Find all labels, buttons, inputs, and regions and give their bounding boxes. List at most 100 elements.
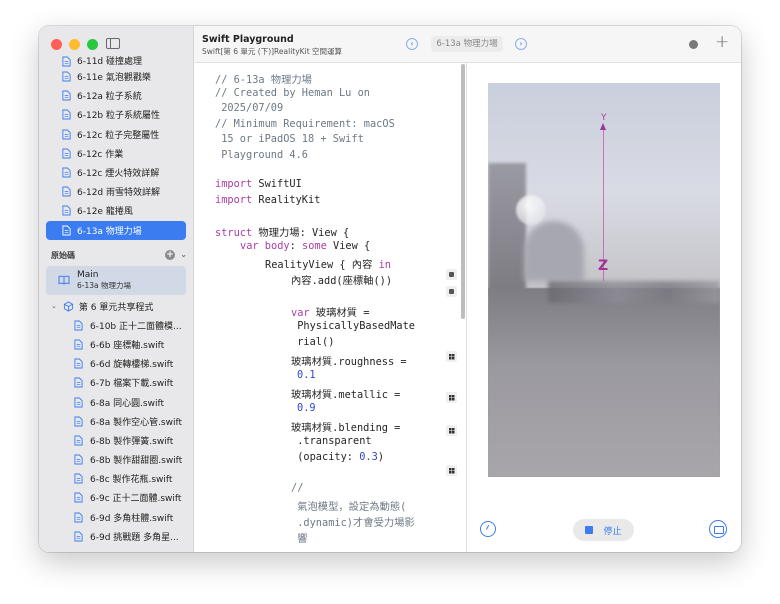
result-grid-icon[interactable] xyxy=(446,351,457,362)
code-line: Playground 4.6 xyxy=(215,149,308,161)
code-line: // Created by Heman Lu on xyxy=(215,87,370,99)
shared-file-item[interactable]: 6-8b 製作甜甜圈.swift xyxy=(39,450,193,469)
scene-buildings xyxy=(488,163,526,293)
minimize-window-button[interactable] xyxy=(69,39,80,50)
close-window-button[interactable] xyxy=(51,39,62,50)
add-file-icon[interactable]: + xyxy=(165,249,175,260)
code-line-realityview: RealityView { 內容 in xyxy=(265,256,391,271)
stop-button[interactable]: 停止 xyxy=(573,519,634,541)
code-token: 玻璃材質 = xyxy=(309,307,370,319)
shared-file-label: 6-8a 同心圓.swift xyxy=(90,398,165,409)
z-axis-label: Z xyxy=(598,258,609,274)
sidebar-item-active[interactable]: 6-13a 物理力場 xyxy=(46,220,186,240)
record-icon[interactable] xyxy=(689,40,698,49)
result-grid-icon[interactable] xyxy=(446,392,457,403)
shared-group-header[interactable]: ⌄ 第 6 單元共享程式 xyxy=(39,297,193,316)
shared-file-label: 6-8b 製作彈簧.swift xyxy=(90,436,174,447)
sidebar-item[interactable]: 6-12a 粒子系統 xyxy=(39,86,193,105)
shared-file-item[interactable]: 6-9d 挑戰題 多角星... xyxy=(39,527,193,546)
main-file-item[interactable]: Main 6-13a 物理力場 xyxy=(46,265,186,295)
result-cube-icon[interactable] xyxy=(446,269,457,280)
result-grid-icon[interactable] xyxy=(446,465,457,476)
document-icon xyxy=(62,225,71,236)
code-line-number: 0.9 xyxy=(297,402,316,414)
editor-scrollbar[interactable] xyxy=(461,64,465,319)
book-icon xyxy=(58,275,70,285)
reality-view-scene[interactable]: Y Z xyxy=(488,83,720,477)
main-file-name: Main xyxy=(77,269,99,280)
sidebar: 6-11d 碰撞處理 6-11e 氣泡觀戳樂 6-12a 粒子系統 6-12b … xyxy=(39,26,194,552)
document-icon xyxy=(62,56,71,67)
shared-file-item[interactable]: 6-9c 正十二面體.swift xyxy=(39,488,193,507)
code-editor[interactable]: // 6-13a 物理力場 // Created by Heman Lu on … xyxy=(194,63,467,552)
add-button[interactable]: + xyxy=(715,32,729,52)
code-line: PhysicallyBasedMate xyxy=(291,320,415,332)
code-token: import xyxy=(215,178,253,190)
code-line-struct: struct 物理力場: View { xyxy=(215,224,349,239)
code-token: struct xyxy=(215,227,253,239)
shared-file-label: 6-9d 多角柱體.swift xyxy=(90,513,174,524)
current-page-breadcrumb[interactable]: 6-13a 物理力場 xyxy=(431,36,503,52)
sidebar-item[interactable]: 6-12c 粒子完整屬性 xyxy=(39,125,193,144)
document-icon xyxy=(74,397,83,407)
zoom-window-button[interactable] xyxy=(87,39,98,50)
code-token: RealityView { 內容 xyxy=(265,259,379,271)
window-controls xyxy=(51,39,98,50)
sidebar-item-label: 6-11d 碰撞處理 xyxy=(77,57,142,67)
sidebar-item[interactable]: 6-11e 氣泡觀戳樂 xyxy=(39,67,193,86)
shared-file-item[interactable]: 6-8a 同心圓.swift xyxy=(39,392,193,411)
shared-file-item[interactable]: 6-8c 製作花瓶.swift xyxy=(39,469,193,488)
code-token: 0.3 xyxy=(359,451,378,463)
console-icon[interactable] xyxy=(709,520,727,538)
sidebar-item[interactable]: 6-12d 雨雪特效詳解 xyxy=(39,182,193,201)
code-line: rial() xyxy=(291,336,335,348)
shared-file-item[interactable]: 6-8b 製作彈簧.swift xyxy=(39,431,193,450)
code-line: .transparent xyxy=(291,435,372,447)
forward-chevron-icon[interactable]: › xyxy=(515,38,527,50)
code-line-number: 0.1 xyxy=(297,369,316,381)
code-line: // 6-13a 物理力場 xyxy=(215,74,312,86)
sidebar-item[interactable]: 6-12c 煙火特效詳解 xyxy=(39,163,193,182)
gauge-icon[interactable] xyxy=(480,521,496,537)
chevron-down-icon[interactable]: ⌄ xyxy=(180,250,187,259)
shared-file-label: 6-9d 挑戰題 多角星... xyxy=(90,532,179,543)
playground-window: 6-11d 碰撞處理 6-11e 氣泡觀戳樂 6-12a 粒子系統 6-12b … xyxy=(39,26,741,552)
stop-icon xyxy=(585,526,594,534)
code-line: 響 xyxy=(291,533,308,545)
shared-file-item[interactable]: 6-6d 旋轉樓梯.swift xyxy=(39,354,193,373)
result-cube-icon[interactable] xyxy=(446,286,457,297)
sidebar-item[interactable]: 6-12c 作業 xyxy=(39,144,193,163)
chevron-down-icon[interactable]: ⌄ xyxy=(51,302,57,310)
y-axis-label: Y xyxy=(601,113,607,123)
sidebar-item[interactable]: 6-12b 粒子系統屬性 xyxy=(39,105,193,124)
document-icon xyxy=(62,129,71,140)
shared-file-item[interactable]: 6-8a 製作空心管.swift xyxy=(39,412,193,431)
cube-icon xyxy=(63,301,73,312)
sidebar-item[interactable]: 6-11d 碰撞處理 xyxy=(39,54,193,67)
shared-file-label: 6-9c 正十二面體.swift xyxy=(90,494,182,505)
document-icon xyxy=(74,493,83,503)
code-line: 2025/07/09 xyxy=(215,102,284,114)
sidebar-item-label: 6-12a 粒子系統 xyxy=(77,92,142,103)
shared-file-item[interactable]: 6-6b 座標軸.swift xyxy=(39,335,193,354)
sidebar-item-label: 6-12b 粒子系統屬性 xyxy=(77,111,160,122)
result-grid-icon[interactable] xyxy=(446,425,457,436)
scene-crowd xyxy=(548,281,720,303)
document-icon xyxy=(74,512,83,523)
code-token: 物理力場: View { xyxy=(252,227,350,239)
shared-file-item[interactable]: 6-10b 正十二面體模... xyxy=(39,316,193,335)
shared-file-item[interactable]: 6-7b 檔案下載.swift xyxy=(39,373,193,392)
chapter-list: 6-11d 碰撞處理 6-11e 氣泡觀戳樂 6-12a 粒子系統 6-12b … xyxy=(39,54,193,546)
document-icon xyxy=(62,205,71,216)
sidebar-toggle-icon[interactable] xyxy=(106,38,120,49)
document-icon xyxy=(74,358,83,369)
shared-file-label: 6-6d 旋轉樓梯.swift xyxy=(90,360,174,371)
code-token: SwiftUI xyxy=(252,178,302,190)
shared-file-label: 6-7b 檔案下載.swift xyxy=(90,379,174,390)
sidebar-item-label: 6-12c 作業 xyxy=(77,149,124,160)
back-chevron-icon[interactable]: ‹ xyxy=(406,38,418,50)
shared-file-item[interactable]: 6-9d 多角柱體.swift xyxy=(39,508,193,527)
main-file-subtitle: 6-13a 物理力場 xyxy=(77,280,132,290)
document-icon xyxy=(74,377,83,388)
sidebar-item[interactable]: 6-12e 龍捲風 xyxy=(39,201,193,220)
